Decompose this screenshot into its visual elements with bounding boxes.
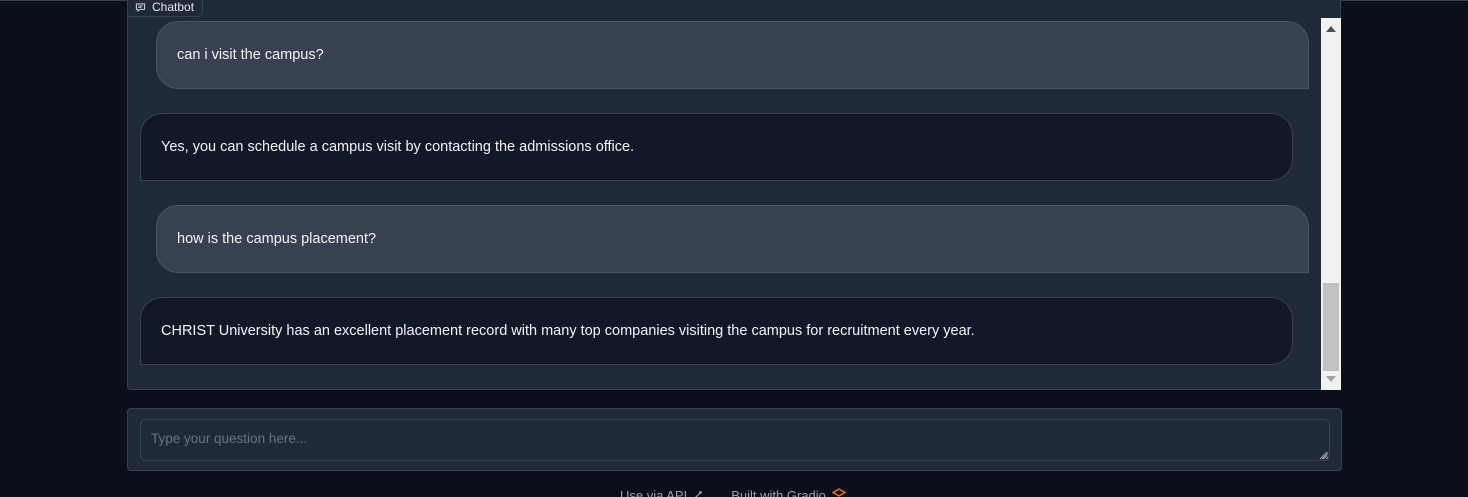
api-link[interactable]: Use via API [620, 488, 703, 497]
message-text: Yes, you can schedule a campus visit by … [161, 139, 635, 155]
footer: Use via API Built with Gradio [620, 488, 847, 497]
resize-handle-icon[interactable] [1318, 450, 1328, 460]
bot-message: Yes, you can schedule a campus visit by … [140, 113, 1293, 181]
gradio-logo-icon [831, 488, 847, 497]
scroll-up-arrow-icon[interactable] [1326, 26, 1336, 32]
built-with-text[interactable]: Built with Gradio [731, 488, 826, 497]
built-with-gradio-link[interactable]: Built with Gradio [731, 488, 847, 497]
bot-message: CHRIST University has an excellent place… [140, 297, 1293, 365]
user-message: can i visit the campus? [156, 21, 1309, 89]
chat-icon [135, 2, 146, 13]
message-text: how is the campus placement? [177, 231, 377, 247]
message-text: can i visit the campus? [177, 47, 324, 63]
user-message: how is the campus placement? [156, 205, 1309, 273]
chatbot-label-text: Chatbot [152, 0, 195, 14]
api-link-text[interactable]: Use via API [620, 488, 687, 497]
gradio-app: Chatbot can i visit the campus? Yes, you… [0, 0, 1468, 497]
rocket-icon [693, 488, 703, 497]
message-text: CHRIST University has an excellent place… [161, 323, 975, 339]
chatbot-label: Chatbot [127, 0, 204, 17]
scroll-thumb[interactable] [1323, 283, 1339, 371]
scroll-down-arrow-icon[interactable] [1326, 376, 1336, 382]
question-input[interactable] [140, 419, 1330, 461]
chat-scrollbar[interactable] [1321, 18, 1341, 390]
